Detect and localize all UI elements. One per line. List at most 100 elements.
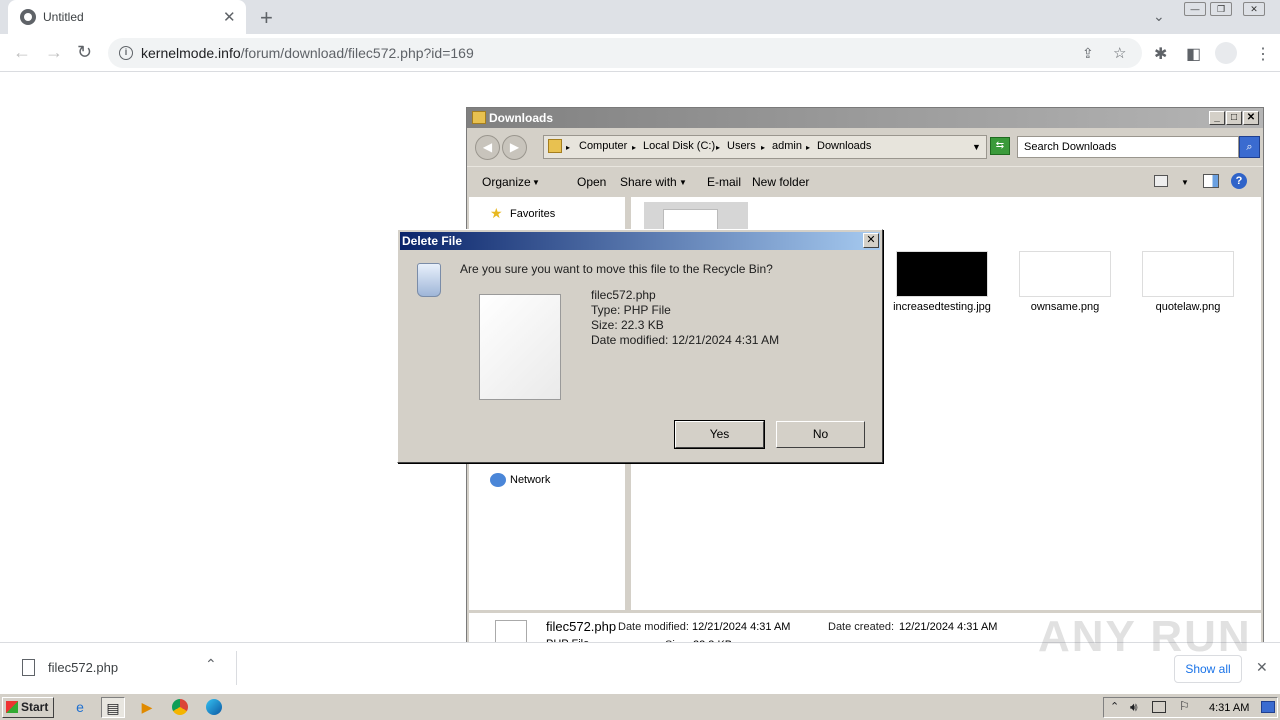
breadcrumb-admin[interactable]: admin bbox=[772, 140, 802, 152]
breadcrumb-downloads[interactable]: Downloads bbox=[817, 140, 871, 152]
bookmark-star-icon[interactable]: ☆ bbox=[1113, 44, 1126, 62]
download-bar-close-icon[interactable]: ✕ bbox=[1256, 659, 1268, 676]
yes-button[interactable]: Yes bbox=[674, 420, 765, 449]
explorer-search-icon[interactable]: ⌕ bbox=[1239, 136, 1260, 158]
system-tray: ⌃ 🔊︎ ⚐ 4:31 AM bbox=[1103, 697, 1278, 718]
reload-icon[interactable]: ↻ bbox=[77, 42, 92, 63]
download-options-chevron-icon[interactable]: ⌃ bbox=[205, 656, 217, 673]
url-path: /forum/download/filec572.php?id=169 bbox=[240, 45, 474, 61]
no-button[interactable]: No bbox=[776, 421, 865, 448]
site-info-icon[interactable]: i bbox=[119, 46, 133, 60]
view-dropdown-icon[interactable]: ▼ bbox=[1181, 178, 1189, 187]
file-icon bbox=[22, 659, 35, 676]
delete-file-dialog: Delete File ✕ Are you sure you want to m… bbox=[397, 229, 883, 463]
file-thumbnail[interactable] bbox=[1019, 251, 1111, 297]
preview-pane-icon[interactable] bbox=[1203, 174, 1219, 188]
file-name-label[interactable]: quotelaw.png bbox=[1133, 301, 1243, 314]
file-thumbnail[interactable] bbox=[896, 251, 988, 297]
breadcrumb-users[interactable]: Users bbox=[727, 140, 756, 152]
explorer-titlebar[interactable]: Downloads _ □ ✕ bbox=[467, 108, 1263, 128]
help-icon[interactable]: ? bbox=[1231, 173, 1247, 189]
explorer-maximize-button[interactable]: □ bbox=[1226, 111, 1242, 125]
browser-toolbar: ← → ↻ i kernelmode.info/forum/download/f… bbox=[0, 34, 1280, 72]
details-created-label: Date created: bbox=[828, 621, 895, 633]
explorer-refresh-icon[interactable]: ⇆ bbox=[990, 137, 1010, 155]
internet-explorer-icon[interactable]: e bbox=[68, 697, 92, 718]
edge-icon[interactable] bbox=[202, 697, 226, 718]
url-text: kernelmode.info/forum/download/filec572.… bbox=[141, 45, 474, 61]
breadcrumb-arrow-icon[interactable]: ▸ bbox=[806, 143, 810, 152]
breadcrumb-arrow-icon[interactable]: ▸ bbox=[716, 143, 720, 152]
extensions-puzzle-icon[interactable]: ✱ bbox=[1154, 44, 1167, 64]
file-name-label[interactable]: ownsame.png bbox=[1010, 301, 1120, 314]
new-tab-button[interactable]: + bbox=[260, 5, 273, 31]
close-window-button[interactable]: ✕ bbox=[1243, 2, 1265, 16]
taskbar-clock[interactable]: 4:31 AM bbox=[1209, 702, 1249, 714]
browser-tab[interactable]: Untitled ✕ bbox=[8, 0, 246, 34]
explorer-command-bar: Organize ▼ Open Share with ▼ E-mail New … bbox=[467, 166, 1263, 247]
dialog-titlebar[interactable]: Delete File ✕ bbox=[400, 232, 880, 250]
explorer-back-button[interactable]: ◀ bbox=[475, 135, 500, 160]
globe-icon bbox=[20, 9, 36, 25]
explorer-forward-button[interactable]: ▶ bbox=[502, 135, 527, 160]
explorer-taskbar-icon[interactable]: ▤ bbox=[101, 697, 125, 718]
new-folder-command[interactable]: New folder bbox=[752, 175, 809, 189]
restore-window-button[interactable]: ❐ bbox=[1210, 2, 1232, 16]
start-button[interactable]: Start bbox=[2, 697, 54, 718]
recycle-bin-icon bbox=[417, 263, 441, 297]
details-modified-value: 12/21/2024 4:31 AM bbox=[692, 621, 791, 633]
computer-folder-icon bbox=[548, 139, 562, 153]
menu-kebab-icon[interactable]: ⋮ bbox=[1255, 44, 1271, 64]
media-player-icon[interactable]: ▶ bbox=[135, 697, 159, 718]
tab-close-icon[interactable]: ✕ bbox=[223, 8, 236, 26]
side-panel-icon[interactable]: ◧ bbox=[1186, 44, 1201, 64]
address-dropdown-icon[interactable]: ▼ bbox=[972, 142, 981, 152]
file-name-label[interactable]: increasedtesting.jpg bbox=[887, 301, 997, 314]
dialog-file-size: Size: 22.3 KB bbox=[591, 318, 664, 332]
organize-menu[interactable]: Organize bbox=[482, 175, 531, 189]
explorer-address-row: ◀ ▶ ▸ Computer ▸ Local Disk (C:) ▸ Users… bbox=[467, 128, 1263, 166]
profile-avatar-icon[interactable] bbox=[1215, 42, 1237, 64]
open-command[interactable]: Open bbox=[577, 175, 606, 189]
chrome-icon[interactable] bbox=[168, 697, 192, 718]
dialog-close-button[interactable]: ✕ bbox=[863, 233, 879, 248]
share-dropdown-icon[interactable]: ▼ bbox=[679, 178, 687, 187]
explorer-minimize-button[interactable]: _ bbox=[1209, 111, 1225, 125]
breadcrumb-local-disk[interactable]: Local Disk (C:) bbox=[643, 140, 715, 152]
view-options-icon[interactable] bbox=[1154, 175, 1168, 187]
breadcrumb-arrow-icon[interactable]: ▸ bbox=[761, 143, 765, 152]
folder-icon bbox=[472, 111, 486, 124]
tab-search-chevron-icon[interactable]: ⌄ bbox=[1153, 8, 1165, 25]
back-arrow-icon[interactable]: ← bbox=[13, 42, 31, 63]
details-created-value: 12/21/2024 4:31 AM bbox=[899, 621, 998, 633]
show-desktop-icon[interactable] bbox=[1261, 701, 1275, 713]
tray-expand-icon[interactable]: ⌃ bbox=[1110, 700, 1119, 713]
explorer-title: Downloads bbox=[489, 111, 554, 125]
details-modified-label: Date modified: bbox=[618, 621, 689, 633]
share-icon[interactable]: ⇪ bbox=[1082, 45, 1094, 62]
forward-arrow-icon[interactable]: → bbox=[45, 42, 63, 63]
breadcrumb-computer[interactable]: Computer bbox=[579, 140, 627, 152]
email-command[interactable]: E-mail bbox=[707, 175, 741, 189]
network-tray-icon[interactable] bbox=[1152, 701, 1166, 713]
action-center-flag-icon[interactable]: ⚐ bbox=[1179, 699, 1190, 713]
breadcrumb-arrow-icon[interactable]: ▸ bbox=[566, 143, 570, 152]
php-file-large-icon bbox=[479, 294, 561, 400]
address-bar[interactable]: i kernelmode.info/forum/download/filec57… bbox=[108, 38, 1142, 68]
file-thumbnail[interactable] bbox=[1142, 251, 1234, 297]
nav-network[interactable]: Network bbox=[510, 474, 550, 486]
tab-strip: Untitled ✕ + ⌄ — ❐ ✕ bbox=[0, 0, 1280, 34]
dialog-file-modified: Date modified: 12/21/2024 4:31 AM bbox=[591, 333, 780, 347]
explorer-search-input[interactable]: Search Downloads bbox=[1017, 136, 1239, 158]
organize-dropdown-icon[interactable]: ▼ bbox=[532, 178, 540, 187]
explorer-close-button[interactable]: ✕ bbox=[1243, 111, 1259, 125]
breadcrumb-arrow-icon[interactable]: ▸ bbox=[632, 143, 636, 152]
download-file-name[interactable]: filec572.php bbox=[48, 660, 118, 675]
dialog-file-name: filec572.php bbox=[591, 288, 656, 302]
network-icon bbox=[490, 473, 506, 487]
share-with-menu[interactable]: Share with bbox=[620, 175, 677, 189]
volume-icon[interactable]: 🔊︎ bbox=[1130, 700, 1138, 715]
minimize-window-button[interactable]: — bbox=[1184, 2, 1206, 16]
nav-favorites[interactable]: Favorites bbox=[510, 208, 555, 220]
explorer-address-box[interactable]: ▸ Computer ▸ Local Disk (C:) ▸ Users ▸ a… bbox=[543, 135, 987, 159]
